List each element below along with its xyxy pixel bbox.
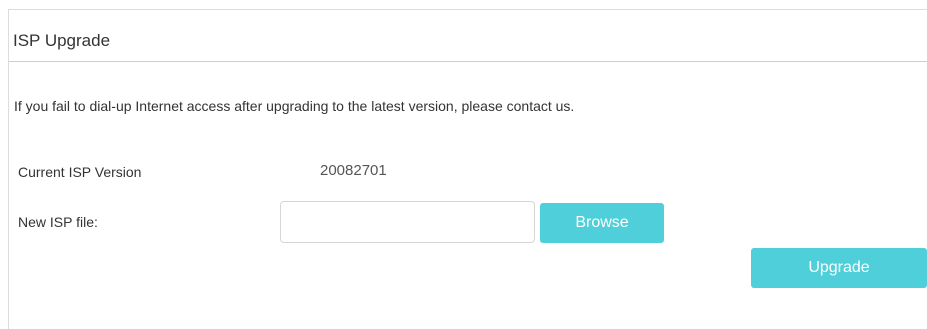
current-version-label: Current ISP Version (18, 164, 142, 180)
browse-button[interactable]: Browse (540, 203, 664, 243)
new-file-label: New ISP file: (18, 214, 98, 230)
current-version-value: 20082701 (320, 162, 387, 179)
upgrade-notice: If you fail to dial-up Internet access a… (14, 98, 575, 114)
upgrade-button[interactable]: Upgrade (751, 248, 927, 288)
title-divider (9, 61, 927, 62)
new-file-input[interactable] (280, 201, 535, 243)
section-title: ISP Upgrade (13, 31, 111, 50)
